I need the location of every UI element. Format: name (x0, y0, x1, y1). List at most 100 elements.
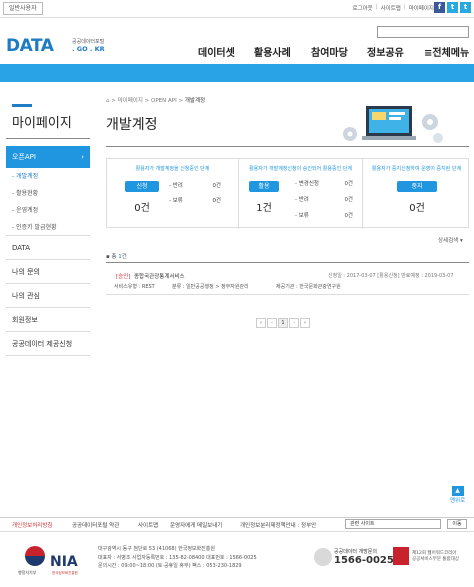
item-service-type: 서비스유형 : REST (114, 284, 155, 290)
first-page-button[interactable]: « (256, 318, 266, 328)
nav-participation[interactable]: 참여마당 (311, 44, 348, 59)
next-page-button[interactable]: › (289, 318, 299, 328)
phone-icon (314, 548, 332, 566)
sidebar-item-openapi[interactable]: 오픈API › (6, 146, 90, 168)
status-row-label: - 보류 (295, 213, 309, 219)
status-caption: 활용자가 개발계정신청이 승인되어 활용중인 단계 (249, 166, 352, 172)
status-count[interactable]: 0건 (125, 199, 159, 214)
sidebar-title: 마이페이지 (12, 116, 72, 131)
item-category: 분류 : 일반공공행정 > 정부자원관리 (172, 284, 249, 290)
twitter-alt-icon[interactable]: t (460, 2, 471, 13)
status-box-use: 활용자가 개발계정신청이 승인되어 활용중인 단계 활용 1건 - 변경신청 0… (239, 159, 363, 229)
status-summary: 활용자가 개발계정을 신청중인 단계 신청 0건 - 반려 0건 - 보류 0건… (106, 158, 470, 229)
prev-page-button[interactable]: ‹ (267, 318, 277, 328)
nav-info[interactable]: 정보공유 (367, 44, 404, 59)
sidebar-item-member[interactable]: 회원정보 (6, 308, 90, 332)
total-label: 총 (111, 254, 117, 260)
nia-caption: 한국정보화진흥원 (52, 571, 78, 575)
status-box-stop: 활용자가 중지신청하여 운영이 중지된 단계 중지 0건 (363, 159, 470, 229)
sidebar-accent (12, 104, 32, 107)
title-divider (106, 146, 469, 147)
breadcrumb-item[interactable]: OPEN API (151, 98, 177, 104)
logo-domain: . GO . KR (72, 45, 105, 53)
site-logo-sub: 공공데이터포털 . GO . KR (72, 39, 105, 54)
logout-link[interactable]: 로그아웃 (352, 4, 372, 12)
status-row-label: - 변경신청 (295, 181, 319, 187)
list-icon: ▪ (106, 254, 110, 260)
sidebar-sub-dev-account[interactable]: - 개발계정 (6, 168, 90, 185)
pagination: « ‹ 1 › » (256, 318, 310, 328)
scroll-top-button[interactable]: ▲ 맨위로 (450, 486, 465, 504)
footer-sitemap-link[interactable]: 사이트맵 (138, 521, 158, 529)
twitter-icon[interactable]: t (447, 2, 458, 13)
detail-search-toggle[interactable]: 상세검색 ▾ (438, 236, 463, 244)
status-count[interactable]: 0건 (397, 199, 437, 214)
search-input[interactable] (377, 26, 469, 38)
breadcrumb-item: 개발계정 (184, 98, 206, 104)
status-row-value[interactable]: 0건 (335, 179, 353, 187)
mypage-link[interactable]: 마이페이지 (409, 4, 434, 12)
sidebar-sub-ops-account[interactable]: - 운영계정 (6, 202, 90, 219)
nia-logo: NIA (50, 554, 78, 570)
developer-illustration (343, 106, 443, 143)
item-date: 신청일 : 2017-03-07 [활용신청] 만료예정 : 2019-03-0… (328, 273, 454, 279)
privacy-link[interactable]: 개인정보처리방침 (12, 521, 52, 529)
user-type-button[interactable]: 일반사용자 (3, 2, 43, 15)
blue-banner-bar (0, 64, 474, 82)
status-row-label: - 보류 (169, 198, 183, 204)
scroll-top-label: 맨위로 (450, 498, 466, 504)
award-line: 공공서비스부문 통합대상 (412, 557, 459, 562)
related-site-select[interactable]: 관련 사이트 (345, 519, 441, 529)
ministry-logo (25, 546, 45, 566)
last-page-button[interactable]: » (300, 318, 310, 328)
sitemap-link[interactable]: 사이트맵 (381, 4, 401, 12)
sidebar-item-data[interactable]: DATA (6, 236, 90, 260)
address-line: 대구광역시 동구 첨단로 53 (41068) 한국정보화진흥원 (98, 546, 215, 552)
site-logo[interactable]: DATA (6, 36, 54, 56)
mail-admin-link[interactable]: 운영자에게 메일보내기 (170, 521, 222, 529)
nav-cases[interactable]: 활용사례 (254, 44, 291, 59)
breadcrumb: ⌂ > 마이페이지 > OPEN API > 개발계정 (106, 98, 206, 104)
status-badge: 중지 (397, 181, 437, 192)
status-badge: 활용 (249, 181, 279, 192)
sidebar-divider (6, 138, 90, 139)
privacy-policy-link[interactable]: 개인정보분리제정책안내 : 정부안 (240, 521, 316, 529)
home-icon[interactable]: ⌂ (106, 98, 110, 104)
status-caption: 활용자가 중지신청하여 운영이 중지된 단계 (371, 166, 462, 172)
status-row-value[interactable]: 0건 (335, 211, 353, 219)
call-number: 1566-0025 (334, 555, 394, 566)
breadcrumb-item[interactable]: 마이페이지 (118, 98, 143, 104)
nav-dataset[interactable]: 데이터셋 (198, 44, 235, 59)
sidebar-sub-usage[interactable]: - 활용현황 (6, 185, 90, 202)
social-links: f t t (434, 2, 471, 13)
status-row-label: - 반려 (169, 183, 183, 189)
sidebar-item-inquiry[interactable]: 나의 문의 (6, 260, 90, 284)
top-links: 로그아웃 | 사이트맵 | 마이페이지 (352, 4, 434, 12)
item-status: [승인] (116, 274, 131, 280)
sidebar-item-label: 오픈API (12, 153, 36, 161)
sidebar-item-interest[interactable]: 나의 관심 (6, 284, 90, 308)
call-label: 공공데이터 개방문의 (334, 549, 377, 555)
nav-all-menu[interactable]: ≡전체메뉴 (424, 44, 469, 59)
total-unit: 건 (121, 254, 127, 260)
sidebar-sub-keys[interactable]: - 인증키 발급현황 (6, 219, 90, 236)
ministry-caption: 행정자치부 (18, 570, 37, 575)
total-count: ▪ 총 1건 (106, 252, 127, 260)
go-button[interactable]: 이동 (447, 519, 467, 529)
sidebar-item-request[interactable]: 공공데이터 제공신청 (6, 332, 90, 356)
status-badge: 신청 (125, 181, 159, 192)
page-title: 개발계정 (106, 117, 158, 133)
sidebar-menu: 오픈API › - 개발계정 - 활용현황 - 운영계정 - 인증키 발급현황 … (6, 146, 90, 356)
footer-address: 대구광역시 동구 첨단로 53 (41068) 한국정보화진흥원 대표자 : 서… (98, 545, 257, 571)
status-row-label: - 반려 (295, 197, 309, 203)
terms-link[interactable]: 공공데이터포털 약관 (72, 521, 119, 529)
status-row-value[interactable]: 0건 (203, 181, 221, 189)
status-row-value[interactable]: 0건 (335, 195, 353, 203)
item-title-link[interactable]: 종합국관광통계서비스 (134, 272, 185, 280)
status-box-apply: 활용자가 개발계정을 신청중인 단계 신청 0건 - 반려 0건 - 보류 0건 (107, 159, 239, 229)
address-line: 문의시간 : 09:00~18:00 (토·공휴일 휴무) 팩스 : 053-2… (98, 563, 242, 569)
status-count[interactable]: 1건 (249, 199, 279, 214)
page-1-button[interactable]: 1 (278, 318, 288, 328)
status-row-value[interactable]: 0건 (203, 196, 221, 204)
facebook-icon[interactable]: f (434, 2, 445, 13)
